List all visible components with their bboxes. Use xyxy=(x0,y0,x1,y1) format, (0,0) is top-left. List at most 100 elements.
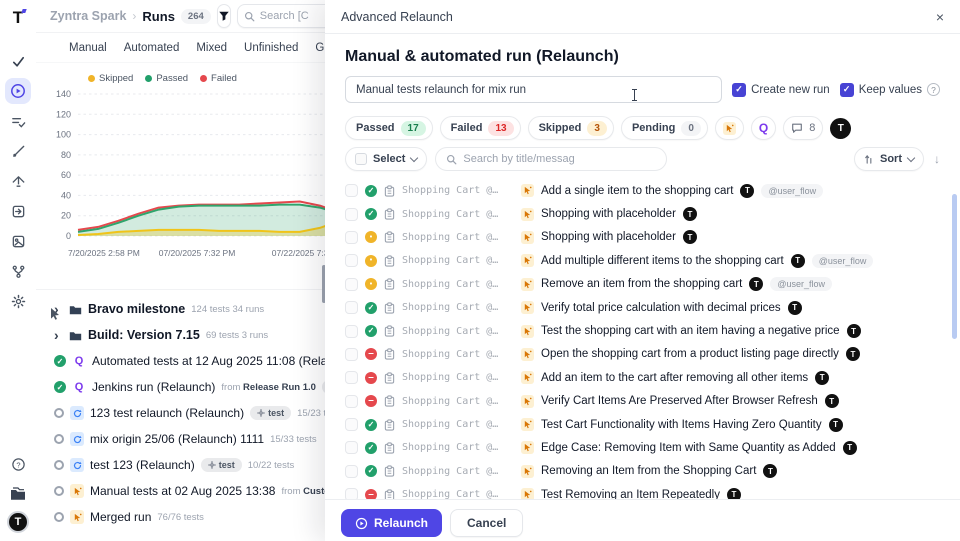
row-checkbox[interactable] xyxy=(345,418,358,431)
row-checkbox[interactable] xyxy=(345,301,358,314)
sort-dropdown[interactable]: Sort xyxy=(854,147,924,171)
comments-chip[interactable]: 8 xyxy=(783,116,823,140)
row-checkbox[interactable] xyxy=(345,488,358,499)
row-checkbox[interactable] xyxy=(345,465,358,478)
branch-icon[interactable] xyxy=(5,258,31,284)
test-row[interactable]: ✓ Shopping Cart @… Test the shopping car… xyxy=(345,319,940,342)
app-logo[interactable]: T xyxy=(13,8,23,28)
tree-row[interactable]: 123 test relaunch (Relaunch) test 15/23 … xyxy=(36,400,336,426)
author-avatar[interactable]: T xyxy=(830,118,851,139)
tree-title[interactable]: mix origin 25/06 (Relaunch) 1111 xyxy=(90,432,264,446)
filter-chip-failed[interactable]: Failed13 xyxy=(440,116,521,140)
projects-folder-icon[interactable] xyxy=(5,481,31,507)
row-checkbox[interactable] xyxy=(345,254,358,267)
defects-list-icon[interactable] xyxy=(5,108,31,134)
test-row[interactable]: – Shopping Cart @… Add an item to the ca… xyxy=(345,366,940,389)
test-title[interactable]: Add multiple different items to the shop… xyxy=(541,255,784,267)
test-title[interactable]: Open the shopping cart from a product li… xyxy=(541,348,839,360)
test-row[interactable]: • Shopping Cart @… Add multiple differen… xyxy=(345,249,940,272)
runs-play-icon[interactable] xyxy=(5,78,31,104)
tree-title[interactable]: Merged run xyxy=(90,510,151,524)
test-row[interactable]: ✓ Shopping Cart @… Verify total price ca… xyxy=(345,296,940,319)
tree-row[interactable]: › Build: Version 7.15 69 tests 3 runs xyxy=(36,322,336,348)
filter-chip-pending[interactable]: Pending0 xyxy=(621,116,708,140)
tab-unfinished[interactable]: Unfinished xyxy=(244,42,298,54)
test-title[interactable]: Shopping with placeholder xyxy=(541,208,676,220)
test-title[interactable]: Edge Case: Removing Item with Same Quant… xyxy=(541,442,836,454)
test-row[interactable]: ✓ Shopping Cart @… Edge Case: Removing I… xyxy=(345,436,940,459)
row-checkbox[interactable] xyxy=(345,348,358,361)
tree-row[interactable]: ✓ Q Automated tests at 12 Aug 2025 11:08… xyxy=(36,348,336,374)
modal-scrollbar[interactable] xyxy=(952,194,957,339)
test-title[interactable]: Test Cart Functionality with Items Havin… xyxy=(541,419,822,431)
select-checkbox[interactable] xyxy=(355,153,367,165)
tree-row[interactable]: Merged run 76/76 tests xyxy=(36,504,336,530)
test-row[interactable]: • Shopping Cart @… Remove an item from t… xyxy=(345,273,940,296)
row-checkbox[interactable] xyxy=(345,371,358,384)
tree-title[interactable]: Build: Version 7.15 xyxy=(88,328,200,342)
tab-mixed[interactable]: Mixed xyxy=(196,42,227,54)
tree-row[interactable]: Manual tests at 02 Aug 2025 13:38 from C… xyxy=(36,478,336,504)
keep-values-option[interactable]: ✓ Keep values ? xyxy=(840,83,940,97)
cancel-button[interactable]: Cancel xyxy=(450,509,523,537)
close-icon[interactable]: × xyxy=(936,9,944,25)
test-title[interactable]: Add a single item to the shopping cart xyxy=(541,185,733,197)
tree-title[interactable]: Manual tests at 02 Aug 2025 13:38 xyxy=(90,484,275,498)
create-new-run-checkbox[interactable]: ✓ xyxy=(732,83,746,97)
test-title[interactable]: Add an item to the cart after removing a… xyxy=(541,372,808,384)
test-plane-icon[interactable] xyxy=(5,168,31,194)
automated-filter-chip[interactable]: Q xyxy=(751,116,776,140)
filter-chip-passed[interactable]: Passed17 xyxy=(345,116,433,140)
test-title[interactable]: Remove an item from the shopping cart xyxy=(541,278,742,290)
test-row[interactable]: – Shopping Cart @… Test Removing an Item… xyxy=(345,483,940,499)
help-icon[interactable]: ? xyxy=(5,451,31,477)
gear-icon[interactable] xyxy=(5,288,31,314)
test-title[interactable]: Test Removing an Item Repeatedly xyxy=(541,489,720,499)
row-checkbox[interactable] xyxy=(345,395,358,408)
relaunch-button[interactable]: Relaunch xyxy=(341,509,442,537)
test-title[interactable]: Verify Cart Items Are Preserved After Br… xyxy=(541,395,818,407)
breadcrumb-project[interactable]: Zyntra Spark xyxy=(50,9,126,23)
row-checkbox[interactable] xyxy=(345,208,358,221)
tab-automated[interactable]: Automated xyxy=(124,42,180,54)
manual-filter-chip[interactable] xyxy=(715,116,744,140)
tree-title[interactable]: test 123 (Relaunch) xyxy=(90,458,195,472)
expand-chevron-icon[interactable]: › xyxy=(54,328,62,342)
row-checkbox[interactable] xyxy=(345,231,358,244)
tree-row[interactable]: ✓ Q Jenkins run (Relaunch) from Release … xyxy=(36,374,336,400)
tab-manual[interactable]: Manual xyxy=(69,42,107,54)
row-checkbox[interactable] xyxy=(345,278,358,291)
row-checkbox[interactable] xyxy=(345,184,358,197)
test-row[interactable]: – Shopping Cart @… Verify Cart Items Are… xyxy=(345,390,940,413)
check-icon[interactable] xyxy=(5,48,31,74)
row-checkbox[interactable] xyxy=(345,325,358,338)
tree-title[interactable]: 123 test relaunch (Relaunch) xyxy=(90,406,244,420)
test-row[interactable]: – Shopping Cart @… Open the shopping car… xyxy=(345,343,940,366)
filter-button[interactable] xyxy=(217,4,231,28)
test-row[interactable]: ✓ Shopping Cart @… Removing an Item from… xyxy=(345,460,940,483)
tree-title[interactable]: Jenkins run (Relaunch) xyxy=(92,380,215,394)
test-row[interactable]: ✓ Shopping Cart @… Shopping with placeho… xyxy=(345,202,940,225)
breadcrumb-page[interactable]: Runs xyxy=(142,9,175,24)
select-dropdown[interactable]: Select xyxy=(345,147,427,171)
tree-row[interactable]: › Bravo milestone 124 tests 34 runs xyxy=(36,296,336,322)
test-row[interactable]: ✓ Shopping Cart @… Add a single item to … xyxy=(345,179,940,202)
test-title[interactable]: Shopping with placeholder xyxy=(541,231,676,243)
user-avatar[interactable]: T xyxy=(7,511,29,533)
run-title-input[interactable] xyxy=(345,76,722,103)
test-title[interactable]: Test the shopping cart with an item havi… xyxy=(541,325,840,337)
filter-chip-skipped[interactable]: Skipped3 xyxy=(528,116,614,140)
row-checkbox[interactable] xyxy=(345,441,358,454)
pencil-icon[interactable] xyxy=(5,138,31,164)
download-arrow-icon[interactable]: ↓ xyxy=(934,152,940,166)
test-title[interactable]: Removing an Item from the Shopping Cart xyxy=(541,465,756,477)
test-title[interactable]: Verify total price calculation with deci… xyxy=(541,302,781,314)
tests-search-input[interactable]: Search by title/messag xyxy=(435,147,667,171)
reports-image-icon[interactable] xyxy=(5,228,31,254)
tree-title[interactable]: Bravo milestone xyxy=(88,302,185,316)
keep-values-checkbox[interactable]: ✓ xyxy=(840,83,854,97)
export-box-icon[interactable] xyxy=(5,198,31,224)
tree-title[interactable]: Automated tests at 12 Aug 2025 11:08 (Re… xyxy=(92,354,357,368)
create-new-run-option[interactable]: ✓ Create new run xyxy=(732,83,830,97)
tree-row[interactable]: mix origin 25/06 (Relaunch) 1111 15/33 t… xyxy=(36,426,336,452)
